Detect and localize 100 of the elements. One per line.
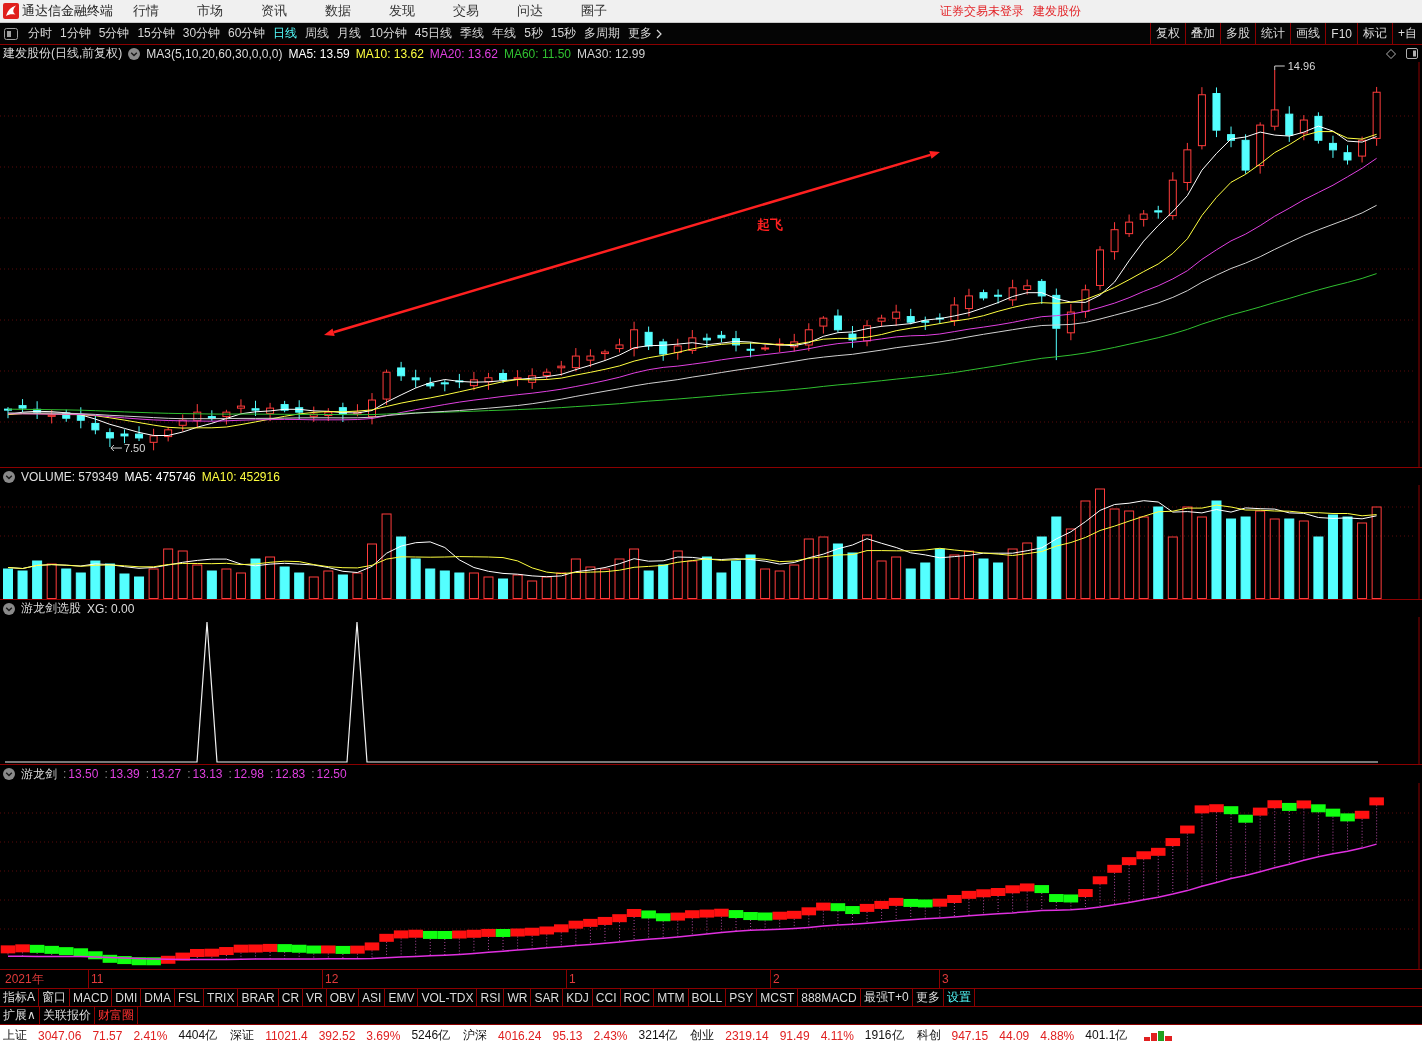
period-tab[interactable]: 30分钟 — [178, 23, 225, 44]
period-tab[interactable]: 月线 — [333, 23, 366, 44]
status-notice: 建发股份 — [1033, 2, 1081, 20]
index-percent: 2.43% — [593, 1028, 628, 1043]
period-tab[interactable]: 5秒 — [520, 23, 547, 44]
indicator-tab[interactable]: EMV — [385, 989, 419, 1006]
indicator-name: 游龙剑选股 — [21, 600, 81, 617]
indicator-tab[interactable]: KDJ — [563, 989, 593, 1006]
toolbar-button[interactable]: 复权 — [1150, 23, 1186, 44]
period-tab[interactable]: 多周期 — [580, 23, 625, 44]
indicator-tab[interactable]: RSI — [477, 989, 505, 1006]
period-tab[interactable]: 分时 — [24, 23, 56, 44]
index-turnover: 3214亿 — [638, 1027, 678, 1044]
indicator-tab[interactable]: ASI — [359, 989, 386, 1006]
date-label: 2021年 — [4, 971, 44, 988]
indicator-tab[interactable]: 更多 — [912, 989, 944, 1006]
toolbar-button[interactable]: 统计 — [1255, 23, 1291, 44]
indicator-reading: : 12.50 — [311, 767, 347, 781]
chevron-circle-icon[interactable] — [3, 768, 15, 780]
indicator-tab[interactable]: 最强T+0 — [860, 989, 913, 1006]
menu-item[interactable]: 交易 — [449, 2, 513, 20]
period-tab[interactable]: 10分钟 — [365, 23, 411, 44]
chevron-circle-icon[interactable] — [3, 470, 15, 483]
indicator-tab[interactable]: SAR — [531, 989, 564, 1006]
indicator-tab[interactable]: DMI — [112, 989, 142, 1006]
indicator-tab[interactable]: BOLL — [688, 989, 727, 1006]
period-tab[interactable]: 周线 — [301, 23, 334, 44]
index-change: 44.09 — [999, 1028, 1030, 1043]
menu-item[interactable]: 市场 — [193, 2, 257, 20]
index-turnover: 1916亿 — [864, 1027, 904, 1044]
indicator-tab[interactable]: MACD — [70, 989, 113, 1006]
index-percent: 3.69% — [366, 1028, 401, 1043]
index-percent: 2.41% — [133, 1028, 168, 1043]
stock-title: 建发股份(日线,前复权) — [3, 45, 123, 62]
settings-link[interactable]: 设置 — [943, 989, 975, 1006]
indicator-tab[interactable]: CR — [278, 989, 304, 1006]
indicator-tab[interactable]: 888MACD — [798, 989, 861, 1006]
period-tab[interactable]: 15分钟 — [133, 23, 179, 44]
period-tab[interactable]: 季线 — [456, 23, 489, 44]
toolbar-button[interactable]: 多股 — [1220, 23, 1256, 44]
panel-tab[interactable]: 扩展∧ — [0, 1007, 40, 1024]
indicator-reading: : 13.50 — [63, 767, 99, 781]
indicator-tab[interactable]: ROC — [620, 989, 655, 1006]
indicator-tab[interactable]: VR — [303, 989, 327, 1006]
legend-reading: MA10: 13.62 — [355, 46, 424, 61]
period-tab[interactable]: 1分钟 — [56, 23, 95, 44]
panel-tab[interactable]: 关联报价 — [39, 1007, 95, 1024]
menu-item[interactable]: 问达 — [513, 2, 577, 20]
index-value: 11021.4 — [265, 1028, 308, 1043]
indicator-tab[interactable]: WR — [504, 989, 532, 1006]
indicator-tab[interactable]: MCST — [757, 989, 799, 1006]
panel-toggle-icon[interactable] — [4, 27, 18, 40]
period-tab[interactable]: 60分钟 — [224, 23, 270, 44]
indicator-tab[interactable]: 指标A — [0, 989, 39, 1006]
indicator-tab[interactable]: BRAR — [238, 989, 279, 1006]
indicator-tab[interactable]: OBV — [326, 989, 360, 1006]
menu-item[interactable]: 资讯 — [257, 2, 321, 20]
legend-reading: MA5: 475746 — [124, 469, 196, 484]
toolbar-button[interactable]: 标记 — [1357, 23, 1392, 44]
period-tab[interactable]: 45日线 — [410, 23, 457, 44]
index-change: 91.49 — [779, 1028, 810, 1043]
index-name: 沪深 — [463, 1027, 488, 1044]
menu-item[interactable]: 行情 — [129, 2, 193, 20]
date-label: 11 — [88, 970, 104, 988]
menu-item[interactable]: 数据 — [321, 2, 385, 20]
app-title: 通达信金融终端 — [22, 2, 114, 20]
period-tab[interactable]: 日线 — [269, 23, 302, 44]
period-tab[interactable]: 15秒 — [546, 23, 581, 44]
indicator-tab[interactable]: CCI — [592, 989, 621, 1006]
indicator-tab[interactable]: 窗口 — [39, 989, 70, 1006]
indicator-tab[interactable]: MTM — [654, 989, 689, 1006]
indicator-tab[interactable]: PSY — [726, 989, 758, 1006]
indicator-tab[interactable]: FSL — [175, 989, 205, 1006]
indicator-name: 游龙剑 — [21, 765, 57, 783]
date-label: 1 — [566, 970, 576, 988]
legend-reading: MA20: 13.62 — [429, 46, 498, 61]
period-tab[interactable]: 更多 — [624, 23, 667, 44]
period-tab[interactable]: 5分钟 — [94, 23, 134, 44]
indicator-reading: XG: 0.00 — [87, 601, 135, 616]
toolbar-button[interactable]: 叠加 — [1185, 23, 1221, 44]
toolbar-button[interactable]: +自 — [1392, 23, 1422, 44]
menu-item[interactable]: 发现 — [385, 2, 449, 20]
period-tab[interactable]: 年线 — [488, 23, 521, 44]
index-value: 4016.24 — [498, 1028, 542, 1043]
index-name: 深证 — [230, 1027, 255, 1044]
indicator-tab[interactable]: VOL-TDX — [418, 989, 478, 1006]
market-bars-icon[interactable] — [1144, 1030, 1173, 1041]
toolbar-button[interactable]: F10 — [1325, 23, 1357, 44]
index-turnover: 401.1亿 — [1085, 1027, 1128, 1044]
indicator-name: MA3(5,10,20,60,30,0,0,0) — [146, 46, 283, 61]
panel-toggle-icon[interactable] — [1406, 48, 1418, 59]
chevron-circle-icon[interactable] — [128, 47, 141, 60]
indicator-tab[interactable]: DMA — [141, 989, 176, 1006]
toolbar-button[interactable]: 画线 — [1290, 23, 1326, 44]
indicator-tab[interactable]: TRIX — [204, 989, 239, 1006]
panel-tab[interactable]: 财富圈 — [94, 1007, 138, 1024]
diamond-icon[interactable] — [1386, 48, 1396, 59]
chevron-circle-icon[interactable] — [3, 602, 15, 615]
menu-item[interactable]: 圈子 — [577, 2, 641, 20]
legend-reading: VOLUME: 579349 — [21, 469, 119, 484]
